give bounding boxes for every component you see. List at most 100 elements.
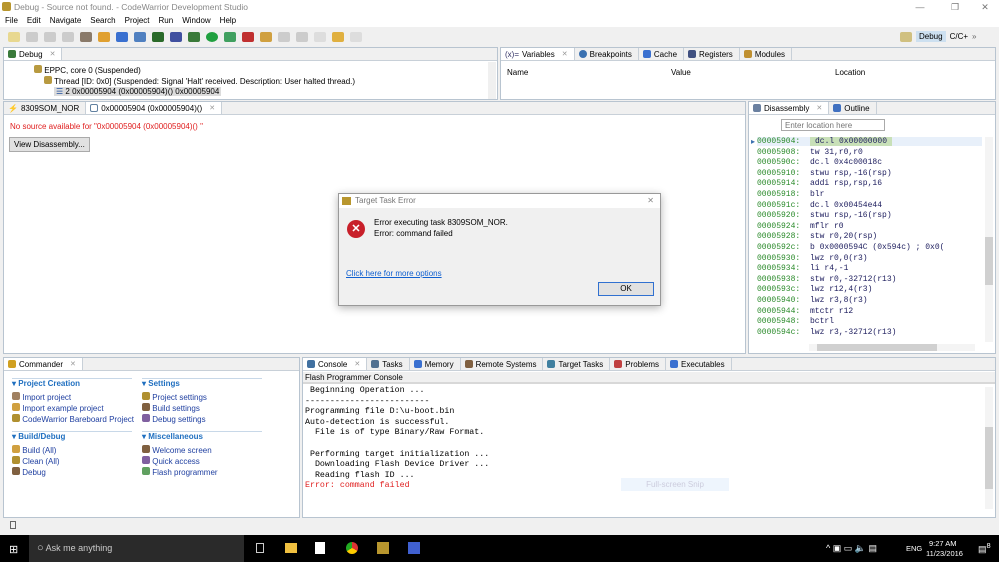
tree-item-core[interactable]: EPPC, core 0 (Suspended) bbox=[34, 65, 141, 75]
menu-run[interactable]: Run bbox=[159, 14, 174, 27]
disassembly-row[interactable]: 00005928: stw r0,20(rsp) bbox=[757, 232, 982, 241]
disassembly-row[interactable]: 00005948: bctrl bbox=[757, 317, 982, 326]
task-view-icon[interactable] bbox=[256, 543, 264, 553]
tab-disassembly[interactable]: Disassembly ✕ bbox=[749, 102, 830, 115]
disassembly-row[interactable]: 0000593c: lwz r12,4(r3) bbox=[757, 285, 982, 294]
disassembly-row[interactable]: 0000594c: lwz r3,-32712(r13) bbox=[757, 328, 982, 337]
disassembly-row[interactable]: 00005920: stwu rsp,-16(rsp) bbox=[757, 211, 982, 220]
new-icon[interactable] bbox=[8, 32, 20, 42]
link-icon[interactable] bbox=[98, 32, 110, 42]
external-tools-icon[interactable] bbox=[242, 32, 254, 42]
file-explorer-icon[interactable] bbox=[285, 543, 297, 553]
registers-icon[interactable] bbox=[134, 32, 146, 42]
memory-icon[interactable] bbox=[152, 32, 164, 42]
tab-cache[interactable]: Cache bbox=[639, 48, 685, 60]
save-all-icon[interactable] bbox=[44, 32, 56, 42]
close-icon[interactable]: ✕ bbox=[70, 358, 76, 371]
commander-link[interactable]: Debug bbox=[12, 467, 46, 477]
disassembly-row[interactable]: 0000590c: dc.l 0x4c00018c bbox=[757, 158, 982, 167]
commander-link[interactable]: Clean (All) bbox=[12, 456, 60, 466]
commander-link[interactable]: CodeWarrior Bareboard Project bbox=[12, 414, 134, 424]
tab-executables[interactable]: Executables bbox=[666, 358, 732, 370]
vertical-scrollbar[interactable] bbox=[985, 137, 993, 342]
more-perspectives[interactable]: » bbox=[972, 32, 976, 41]
disassembly-row[interactable]: 0000591c: dc.l 0x00454e44 bbox=[757, 201, 982, 210]
perspective-debug[interactable]: Debug bbox=[916, 31, 946, 42]
menu-search[interactable]: Search bbox=[90, 14, 115, 27]
commander-link[interactable]: Import project bbox=[12, 392, 71, 402]
disassembly-row[interactable]: 00005924: mflr r0 bbox=[757, 222, 982, 231]
close-icon[interactable]: ✕ bbox=[816, 102, 822, 115]
codewarrior-taskbar-icon[interactable] bbox=[377, 542, 389, 554]
status-bar-icon[interactable] bbox=[10, 521, 16, 529]
perspective-cpp[interactable]: C/C+ bbox=[950, 32, 968, 41]
commander-link[interactable]: Debug settings bbox=[142, 414, 206, 424]
column-name[interactable]: Name bbox=[507, 68, 528, 77]
last-edit-icon[interactable] bbox=[314, 32, 326, 42]
tab-console[interactable]: Console ✕ bbox=[303, 358, 368, 371]
build-icon[interactable] bbox=[80, 32, 92, 42]
section-settings[interactable]: ▾ Settings bbox=[142, 378, 262, 388]
location-input[interactable] bbox=[781, 119, 885, 131]
save-icon[interactable] bbox=[26, 32, 38, 42]
system-tray-icons[interactable]: ^ ▣ ▭ 🔈 ▤ bbox=[826, 543, 877, 554]
open-perspective-icon[interactable] bbox=[900, 31, 912, 42]
section-build-debug[interactable]: ▾ Build/Debug bbox=[12, 431, 132, 441]
tab-registers[interactable]: Registers bbox=[684, 48, 740, 60]
print-icon[interactable] bbox=[62, 32, 74, 42]
minimize-button[interactable]: — bbox=[905, 0, 935, 14]
disassembly-row[interactable]: 00005918: blr bbox=[757, 190, 982, 199]
tab-target-tasks[interactable]: Target Tasks bbox=[543, 358, 611, 370]
close-icon[interactable]: ✕ bbox=[354, 358, 360, 371]
close-button[interactable]: ✕ bbox=[970, 0, 999, 14]
disassembly-row[interactable]: 00005944: mtctr r12 bbox=[757, 307, 982, 316]
menu-navigate[interactable]: Navigate bbox=[50, 14, 82, 27]
menu-edit[interactable]: Edit bbox=[27, 14, 41, 27]
forward-icon[interactable] bbox=[350, 32, 362, 42]
disassembly-row[interactable]: 00005930: lwz r0,0(r3) bbox=[757, 254, 982, 263]
ok-button[interactable]: OK bbox=[598, 282, 654, 296]
store-icon[interactable] bbox=[315, 542, 325, 554]
disassembly-row[interactable]: 0000592c: b 0x0000594C (0x594c) ; 0x0( bbox=[757, 243, 982, 252]
tab-problems[interactable]: Problems bbox=[610, 358, 667, 370]
tab-memory[interactable]: Memory bbox=[410, 358, 461, 370]
disassembly-row[interactable]: 00005908: tw 31,r0,r0 bbox=[757, 148, 982, 157]
run-icon[interactable] bbox=[206, 32, 218, 42]
clock-time[interactable]: 9:27 AM bbox=[929, 539, 957, 548]
tab-tasks[interactable]: Tasks bbox=[367, 358, 410, 370]
section-project-creation[interactable]: ▾ Project Creation bbox=[12, 378, 132, 388]
coverage-icon[interactable] bbox=[224, 32, 236, 42]
windows-start-icon[interactable]: ⊞ bbox=[9, 543, 18, 556]
tab-outline[interactable]: Outline bbox=[829, 102, 877, 114]
tree-item-frame[interactable]: ☰ 2 0x00005904 (0x00005904)() 0x00005904 bbox=[54, 87, 222, 96]
clock-date[interactable]: 11/23/2016 bbox=[926, 549, 963, 558]
debug-icon[interactable] bbox=[188, 32, 200, 42]
tab-breakpoints[interactable]: Breakpoints bbox=[575, 48, 639, 60]
disassembly-row[interactable]: 00005938: stw r0,-32712(r13) bbox=[757, 275, 982, 284]
commander-link[interactable]: Flash programmer bbox=[142, 467, 218, 477]
tab-debug[interactable]: Debug ✕ bbox=[4, 48, 63, 60]
menu-project[interactable]: Project bbox=[125, 14, 150, 27]
disassembly-row[interactable]: 00005910: stwu rsp,-16(rsp) bbox=[757, 169, 982, 178]
tab-remote-systems[interactable]: Remote Systems bbox=[461, 358, 544, 370]
column-value[interactable]: Value bbox=[671, 68, 691, 77]
tree-item-thread[interactable]: Thread [ID: 0x0] (Suspended: Signal 'Hal… bbox=[44, 76, 355, 86]
commander-link[interactable]: Quick access bbox=[142, 456, 200, 466]
tab-modules[interactable]: Modules bbox=[740, 48, 793, 60]
console-output[interactable]: Beginning Operation ... -----------------… bbox=[305, 386, 489, 492]
tab-source-not-found[interactable]: 0x00005904 (0x00005904)() ✕ bbox=[86, 102, 223, 115]
tab-project-8309som-nor[interactable]: ⚡ 8309SOM_NOR bbox=[4, 102, 87, 114]
flash-programmer-icon[interactable] bbox=[116, 32, 128, 42]
disassembly-row[interactable]: 00005940: lwz r3,8(r3) bbox=[757, 296, 982, 305]
dialog-close-button[interactable]: ✕ bbox=[647, 194, 654, 208]
disassembly-row[interactable]: 00005914: addi rsp,rsp,16 bbox=[757, 179, 982, 188]
commander-link[interactable]: Import example project bbox=[12, 403, 104, 413]
cortana-search[interactable]: ○ Ask me anything bbox=[29, 535, 244, 562]
disassembly-row[interactable]: 00005934: li r4,-1 bbox=[757, 264, 982, 273]
menu-window[interactable]: Window bbox=[182, 14, 210, 27]
bits-icon[interactable] bbox=[170, 32, 182, 42]
close-icon[interactable]: ✕ bbox=[209, 102, 215, 115]
restore-button[interactable]: ❐ bbox=[940, 0, 970, 14]
menu-file[interactable]: File bbox=[5, 14, 18, 27]
commander-link[interactable]: Build (All) bbox=[12, 445, 56, 455]
